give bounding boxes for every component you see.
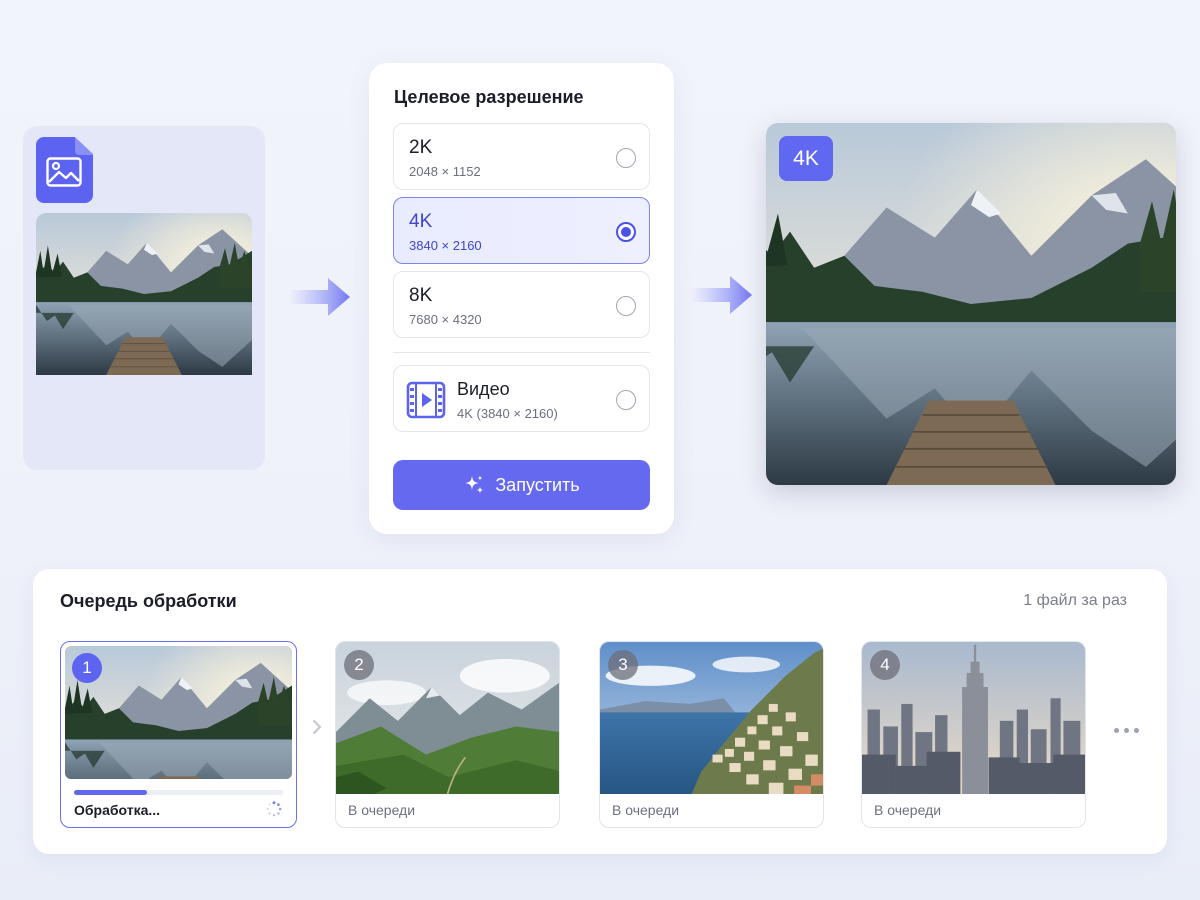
option-8k[interactable]: 8K 7680 × 4320 [393,271,650,338]
queue-number: 2 [344,650,374,680]
queue-status: Обработка... [74,802,161,818]
progress-fill [74,790,148,795]
queue-number: 4 [870,650,900,680]
radio-4k[interactable] [616,222,636,242]
queue-status: В очереди [874,802,942,818]
queue-number: 1 [72,653,102,683]
option-video[interactable]: Видео 4K (3840 × 2160) [393,365,650,432]
more-dots-icon[interactable] [1114,728,1139,733]
video-film-icon [406,381,446,419]
source-image-card[interactable] [23,126,265,470]
chevron-right-icon [312,719,322,735]
radio-video[interactable] [616,390,636,410]
arrow-right-icon [690,276,752,314]
video-label: Видео [457,379,510,399]
sparkle-icon [465,475,484,494]
resolution-badge: 4K [779,136,833,181]
progress-bar [74,790,283,795]
queue-item-4[interactable]: 4 В очереди [861,641,1086,828]
option-4k[interactable]: 4K 3840 × 2160 [393,197,650,264]
queue-item-3[interactable]: 3 В очереди [599,641,824,828]
settings-title: Целевое разрешение [394,87,584,107]
source-image-thumbnail [36,213,252,402]
option-label: 4K [409,211,433,232]
queue-item-2[interactable]: 2 В очереди [335,641,560,828]
resolution-settings-panel: Целевое разрешение 2K 2048 × 1152 4K 384… [369,63,674,534]
video-resolution: 4K (3840 × 2160) [457,406,558,421]
queue-status: В очереди [348,802,416,818]
arrow-right-icon [288,278,350,316]
radio-2k[interactable] [616,148,636,168]
run-button[interactable]: Запустить [393,460,650,510]
option-label: 2K [409,137,433,158]
radio-8k[interactable] [616,296,636,316]
queue-number: 3 [608,650,638,680]
option-2k[interactable]: 2K 2048 × 1152 [393,123,650,190]
image-file-icon [36,137,93,203]
queue-title: Очередь обработки [60,591,237,611]
option-label: 8K [409,285,433,306]
option-resolution: 2048 × 1152 [409,164,481,179]
queue-status: В очереди [612,802,680,818]
processing-queue-panel: Очередь обработки 1 файл за раз 1 Обрабо… [33,569,1167,854]
queue-count: 1 файл за раз [1023,592,1127,609]
divider [393,352,650,353]
spinner-icon [266,801,282,817]
queue-item-1[interactable]: 1 Обработка... [60,641,297,828]
result-image-preview[interactable]: 4K [766,123,1176,485]
run-button-label: Запустить [495,474,580,495]
option-resolution: 3840 × 2160 [409,238,482,253]
option-resolution: 7680 × 4320 [409,312,482,327]
